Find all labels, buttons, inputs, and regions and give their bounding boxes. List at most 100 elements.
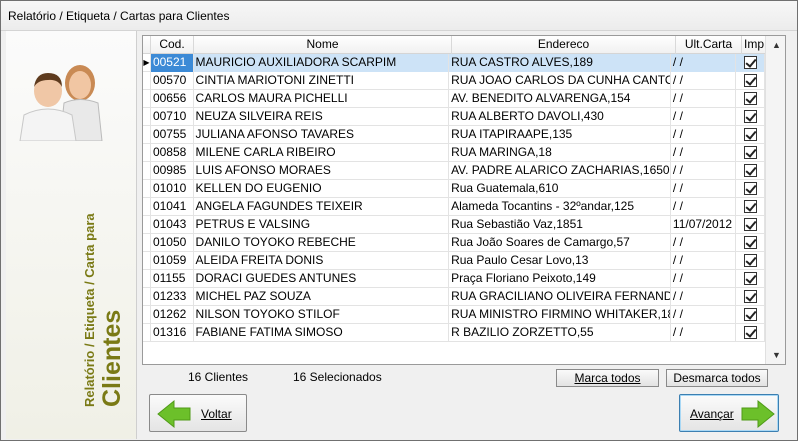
cell-ult-carta[interactable]: / / <box>671 144 737 162</box>
cell-nome[interactable]: NEUZA SILVEIRA REIS <box>194 108 450 126</box>
cell-ult-carta[interactable]: / / <box>671 288 737 306</box>
marca-todos-button[interactable]: Marca todos <box>556 369 659 387</box>
imp-checkbox[interactable] <box>744 254 758 267</box>
cell-endereco[interactable]: Praça Floriano Peixoto,149 <box>449 270 671 288</box>
cell-cod[interactable]: 01059 <box>151 252 194 270</box>
table-row[interactable]: 01155 DORACI GUEDES ANTUNES Praça Floriano… <box>143 270 766 288</box>
cell-ult-carta[interactable]: / / <box>671 252 737 270</box>
cell-ult-carta[interactable]: / / <box>671 108 737 126</box>
cell-endereco[interactable]: RUA CASTRO ALVES,189 <box>449 54 671 72</box>
cell-endereco[interactable]: Alameda Tocantins - 32ºandar,125 <box>449 198 671 216</box>
cell-ult-carta[interactable]: / / <box>671 126 737 144</box>
cell-ult-carta[interactable]: / / <box>671 90 737 108</box>
cell-nome[interactable]: DANILO TOYOKO REBECHE <box>194 234 450 252</box>
cell-nome[interactable]: KELLEN DO EUGENIO <box>194 180 450 198</box>
table-row[interactable]: 00858 MILENE CARLA RIBEIRO RUA MARINGA,18/… <box>143 144 766 162</box>
cell-cod[interactable]: 00521 <box>150 54 194 72</box>
imp-checkbox[interactable] <box>744 308 758 321</box>
cell-endereco[interactable]: Rua Sebastião Vaz,1851 <box>449 216 671 234</box>
cell-ult-carta[interactable]: / / <box>671 234 737 252</box>
table-row[interactable]: 01262 NILSON TOYOKO STILOF RUA MINISTRO FI… <box>143 306 766 324</box>
scroll-up-icon[interactable]: ▲ <box>772 40 781 50</box>
cell-nome[interactable]: FABIANE FATIMA SIMOSO <box>194 324 450 342</box>
imp-checkbox[interactable] <box>744 290 758 303</box>
table-row[interactable]: 01316 FABIANE FATIMA SIMOSO R BAZILIO ZORZ… <box>143 324 766 342</box>
cell-nome[interactable]: DORACI GUEDES ANTUNES <box>194 270 450 288</box>
cell-endereco[interactable]: RUA JOAO CARLOS DA CUNHA CANTO <box>449 72 671 90</box>
table-row[interactable]: 00656 CARLOS MAURA PICHELLI AV. BENEDITO A… <box>143 90 766 108</box>
cell-endereco[interactable]: RUA ITAPIRAAPE,135 <box>449 126 671 144</box>
cell-endereco[interactable]: Rua Paulo Cesar Lovo,13 <box>449 252 671 270</box>
header-cod[interactable]: Cod. <box>151 36 194 54</box>
table-row[interactable]: 00710 NEUZA SILVEIRA REIS RUA ALBERTO DAVO… <box>143 108 766 126</box>
cell-nome[interactable]: JULIANA AFONSO TAVARES <box>194 126 450 144</box>
table-row[interactable]: 01233 MICHEL PAZ SOUZA RUA GRACILIANO OLIV… <box>143 288 766 306</box>
cell-cod[interactable]: 01050 <box>151 234 194 252</box>
cell-cod[interactable]: 00755 <box>151 126 194 144</box>
cell-endereco[interactable]: Rua Guatemala,610 <box>449 180 671 198</box>
scroll-down-icon[interactable]: ▼ <box>772 350 781 360</box>
cell-nome[interactable]: ANGELA FAGUNDES TEIXEIR <box>194 198 450 216</box>
table-row[interactable]: ▶ 00521 MAURICIO AUXILIADORA SCARPIM RUA CA… <box>143 54 766 72</box>
cell-ult-carta[interactable]: / / <box>670 54 737 72</box>
cell-endereco[interactable]: R BAZILIO ZORZETTO,55 <box>449 324 671 342</box>
imp-checkbox[interactable] <box>744 146 758 159</box>
cell-endereco[interactable]: RUA MINISTRO FIRMINO WHITAKER,18 <box>449 306 671 324</box>
cell-nome[interactable]: PETRUS E VALSING <box>194 216 450 234</box>
desmarca-todos-button[interactable]: Desmarca todos <box>666 369 768 387</box>
imp-checkbox[interactable] <box>744 182 758 195</box>
imp-checkbox[interactable] <box>744 92 758 105</box>
table-row[interactable]: 01043 PETRUS E VALSING Rua Sebastião Vaz,1… <box>143 216 766 234</box>
cell-ult-carta[interactable]: / / <box>671 72 737 90</box>
cell-endereco[interactable]: RUA ALBERTO DAVOLI,430 <box>449 108 671 126</box>
cell-ult-carta[interactable]: 11/07/2012 <box>671 216 737 234</box>
cell-cod[interactable]: 01043 <box>151 216 194 234</box>
cell-cod[interactable]: 01010 <box>151 180 194 198</box>
cell-cod[interactable]: 01155 <box>151 270 194 288</box>
imp-checkbox[interactable] <box>744 272 758 285</box>
cell-ult-carta[interactable]: / / <box>671 306 737 324</box>
vertical-scrollbar[interactable]: ▲ ▼ <box>765 36 785 364</box>
header-nome[interactable]: Nome <box>194 36 452 54</box>
cell-cod[interactable]: 00858 <box>151 144 194 162</box>
cell-cod[interactable]: 00710 <box>151 108 194 126</box>
cell-cod[interactable]: 00570 <box>151 72 194 90</box>
cell-nome[interactable]: CARLOS MAURA PICHELLI <box>194 90 450 108</box>
cell-nome[interactable]: MILENE CARLA RIBEIRO <box>194 144 450 162</box>
cell-ult-carta[interactable]: / / <box>671 198 737 216</box>
cell-cod[interactable]: 00656 <box>151 90 194 108</box>
cell-nome[interactable]: NILSON TOYOKO STILOF <box>194 306 450 324</box>
cell-endereco[interactable]: RUA MARINGA,18 <box>449 144 671 162</box>
cell-ult-carta[interactable]: / / <box>671 270 737 288</box>
cell-ult-carta[interactable]: / / <box>671 180 737 198</box>
imp-checkbox[interactable] <box>744 56 758 69</box>
cell-nome[interactable]: CINTIA MARIOTONI ZINETTI <box>194 72 450 90</box>
header-endereco[interactable]: Endereco <box>452 36 676 54</box>
cell-nome[interactable]: MAURICIO AUXILIADORA SCARPIM <box>193 54 450 72</box>
cell-cod[interactable]: 01233 <box>151 288 194 306</box>
cell-nome[interactable]: MICHEL PAZ SOUZA <box>194 288 450 306</box>
cell-endereco[interactable]: AV. PADRE ALARICO ZACHARIAS,1650 <box>449 162 671 180</box>
table-row[interactable]: 01041 ANGELA FAGUNDES TEIXEIR Alameda Toca… <box>143 198 766 216</box>
imp-checkbox[interactable] <box>744 218 758 231</box>
cell-ult-carta[interactable]: / / <box>671 162 737 180</box>
imp-checkbox[interactable] <box>744 326 758 339</box>
cell-nome[interactable]: LUIS AFONSO MORAES <box>194 162 450 180</box>
table-row[interactable]: 00570 CINTIA MARIOTONI ZINETTI RUA JOAO CA… <box>143 72 766 90</box>
cell-endereco[interactable]: Rua João Soares de Camargo,57 <box>449 234 671 252</box>
cell-cod[interactable]: 01041 <box>151 198 194 216</box>
imp-checkbox[interactable] <box>744 74 758 87</box>
imp-checkbox[interactable] <box>744 128 758 141</box>
table-row[interactable]: 01050 DANILO TOYOKO REBECHE Rua João Soare… <box>143 234 766 252</box>
cell-ult-carta[interactable]: / / <box>671 324 737 342</box>
table-row[interactable]: 00755 JULIANA AFONSO TAVARES RUA ITAPIRAAP… <box>143 126 766 144</box>
imp-checkbox[interactable] <box>744 200 758 213</box>
table-row[interactable]: 00985 LUIS AFONSO MORAES AV. PADRE ALARICO… <box>143 162 766 180</box>
cell-endereco[interactable]: AV. BENEDITO ALVARENGA,154 <box>449 90 671 108</box>
imp-checkbox[interactable] <box>744 110 758 123</box>
table-row[interactable]: 01059 ALEIDA FREITA DONIS Rua Paulo Cesar … <box>143 252 766 270</box>
header-ult-carta[interactable]: Ult.Carta <box>676 36 742 54</box>
voltar-button[interactable]: Voltar <box>149 394 247 432</box>
imp-checkbox[interactable] <box>744 164 758 177</box>
imp-checkbox[interactable] <box>744 236 758 249</box>
